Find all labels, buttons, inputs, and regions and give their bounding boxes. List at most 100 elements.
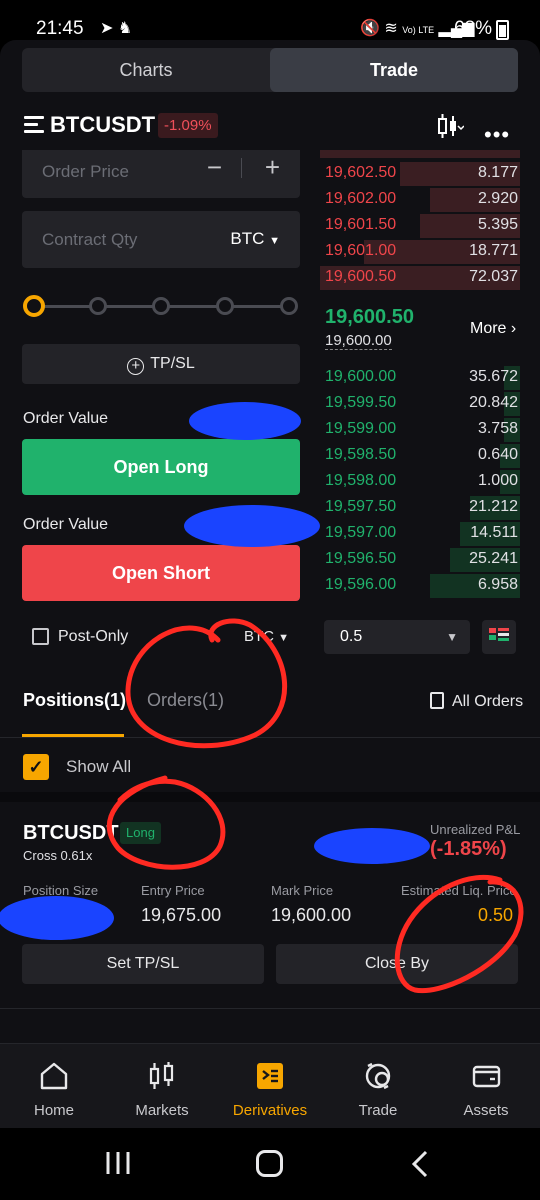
- stepper-divider: [241, 158, 242, 178]
- battery-percent: 68%: [454, 18, 493, 39]
- ask-price: 19,600.50: [325, 268, 397, 285]
- recent-apps-icon[interactable]: [104, 1150, 132, 1176]
- bid-row[interactable]: 19,599.50 20.842: [320, 391, 520, 417]
- slider-handle[interactable]: [23, 295, 45, 317]
- derivatives-icon: [257, 1063, 283, 1089]
- order-price-placeholder: Order Price: [42, 162, 129, 181]
- show-all-label: Show All: [66, 757, 132, 776]
- menu-icon[interactable]: [24, 116, 44, 134]
- chevron-right-icon: ›: [510, 320, 517, 337]
- bid-row[interactable]: 19,597.00 14.511: [320, 521, 520, 547]
- tpsl-button[interactable]: + TP/SL: [22, 344, 300, 384]
- bid-row[interactable]: 19,596.00 6.958: [320, 573, 520, 599]
- view-switcher: Charts Trade: [22, 48, 518, 92]
- bid-qty: 0.640: [477, 446, 518, 463]
- orderbook-layout-icon[interactable]: [482, 620, 516, 654]
- bid-row[interactable]: 19,597.50 21.212: [320, 495, 520, 521]
- battery-icon: [496, 20, 509, 40]
- position-symbol[interactable]: BTCUSDT: [23, 822, 119, 845]
- bid-row[interactable]: 19,598.00 1.000: [320, 469, 520, 495]
- bid-qty: 20.842: [469, 394, 518, 411]
- home-button-icon[interactable]: [256, 1150, 283, 1177]
- bottom-nav: Home Markets Derivatives Trade Assets: [0, 1043, 540, 1128]
- notification-icons: ➤ ♞: [100, 20, 133, 37]
- slider-step-50[interactable]: [152, 297, 170, 315]
- bid-price: 19,600.00: [325, 368, 397, 385]
- bid-row[interactable]: 19,596.50 25.241: [320, 547, 520, 573]
- trade-icon: [365, 1062, 391, 1090]
- tab-charts[interactable]: Charts: [22, 48, 270, 92]
- order-value-label-long: Order Value: [23, 410, 109, 427]
- open-short-button[interactable]: Open Short: [22, 545, 300, 601]
- section-separator: [0, 792, 540, 802]
- depth-selector[interactable]: 0.5 ▼: [324, 620, 470, 654]
- nav-home[interactable]: Home: [0, 1044, 108, 1128]
- nav-derivatives[interactable]: Derivatives: [216, 1044, 324, 1128]
- bid-price: 19,598.50: [325, 446, 397, 463]
- upnl-value: (-1.85%): [430, 838, 507, 860]
- ask-row[interactable]: 19,601.00 18.771: [320, 239, 520, 265]
- nav-markets[interactable]: Markets: [108, 1044, 216, 1128]
- bid-row[interactable]: 19,599.00 3.758: [320, 417, 520, 443]
- open-long-button[interactable]: Open Long: [22, 439, 300, 495]
- ask-row[interactable]: 19,601.50 5.395: [320, 213, 520, 239]
- clock: 21:45: [36, 18, 84, 39]
- home-icon: [40, 1062, 68, 1090]
- back-icon[interactable]: [410, 1150, 430, 1178]
- ask-row[interactable]: 19,600.50 72.037: [320, 265, 520, 291]
- bid-price: 19,599.50: [325, 394, 397, 411]
- upnl-label: Unrealized P&L: [430, 822, 521, 837]
- more-options-icon[interactable]: •••: [484, 122, 510, 148]
- ask-price: 19,601.50: [325, 216, 397, 233]
- mark-price-value: 19,600.00: [271, 905, 352, 925]
- tabs-divider: [0, 737, 540, 738]
- document-icon: [430, 692, 444, 709]
- bid-price: 19,599.00: [325, 420, 397, 437]
- tab-trade[interactable]: Trade: [270, 48, 518, 92]
- slider-step-75[interactable]: [216, 297, 234, 315]
- tab-orders[interactable]: Orders(1): [147, 690, 224, 711]
- order-value-label-short: Order Value: [23, 516, 109, 533]
- plus-icon[interactable]: +: [265, 152, 280, 183]
- bid-qty: 6.958: [477, 576, 518, 593]
- order-price-input[interactable]: Order Price − +: [22, 150, 300, 198]
- minus-icon[interactable]: −: [207, 152, 222, 183]
- bid-qty: 3.758: [477, 420, 518, 437]
- bid-price: 19,597.50: [325, 498, 397, 515]
- liq-price-value: 0.50: [478, 905, 514, 925]
- nav-assets[interactable]: Assets: [432, 1044, 540, 1128]
- ask-price: 19,601.00: [325, 242, 397, 259]
- orderbook-more-button[interactable]: More ›: [470, 320, 516, 338]
- position-size-label: Position Size: [23, 883, 99, 898]
- mark-price-label: Mark Price: [271, 883, 334, 898]
- position-divider: [0, 1008, 540, 1009]
- close-by-button[interactable]: Close By: [276, 944, 518, 984]
- ask-row[interactable]: 19,602.50 8.177: [320, 161, 520, 187]
- plus-circle-icon: +: [127, 358, 145, 375]
- bid-row[interactable]: 19,598.50 0.640: [320, 443, 520, 469]
- ask-row-cutoff: [320, 150, 520, 158]
- position-side-badge: Long: [120, 822, 161, 844]
- all-orders-link[interactable]: All Orders: [430, 692, 523, 711]
- post-only-checkbox[interactable]: [32, 628, 49, 645]
- ask-qty: 2.920: [477, 190, 518, 207]
- unit-selector[interactable]: BTC ▼: [244, 628, 289, 645]
- contract-qty-placeholder: Contract Qty: [42, 230, 138, 249]
- qty-unit-selector[interactable]: BTC ▼: [230, 229, 280, 249]
- bid-price: 19,597.00: [325, 524, 397, 541]
- slider-step-25[interactable]: [89, 297, 107, 315]
- entry-price-value: 19,675.00: [141, 905, 222, 925]
- ask-qty: 8.177: [477, 164, 518, 181]
- chevron-down-icon: ▼: [446, 630, 458, 644]
- set-tpsl-button[interactable]: Set TP/SL: [22, 944, 264, 984]
- tab-positions[interactable]: Positions(1): [23, 690, 126, 711]
- ask-row[interactable]: 19,602.00 2.920: [320, 187, 520, 213]
- candlestick-icon[interactable]: [436, 112, 464, 140]
- contract-qty-input[interactable]: Contract Qty BTC ▼: [22, 211, 300, 268]
- show-all-checkbox[interactable]: ✓: [23, 754, 49, 780]
- nav-trade[interactable]: Trade: [324, 1044, 432, 1128]
- pair-symbol[interactable]: BTCUSDT: [50, 112, 155, 138]
- slider-step-100[interactable]: [280, 297, 298, 315]
- bid-row[interactable]: 19,600.00 35.672: [320, 365, 520, 391]
- ask-price: 19,602.00: [325, 190, 397, 207]
